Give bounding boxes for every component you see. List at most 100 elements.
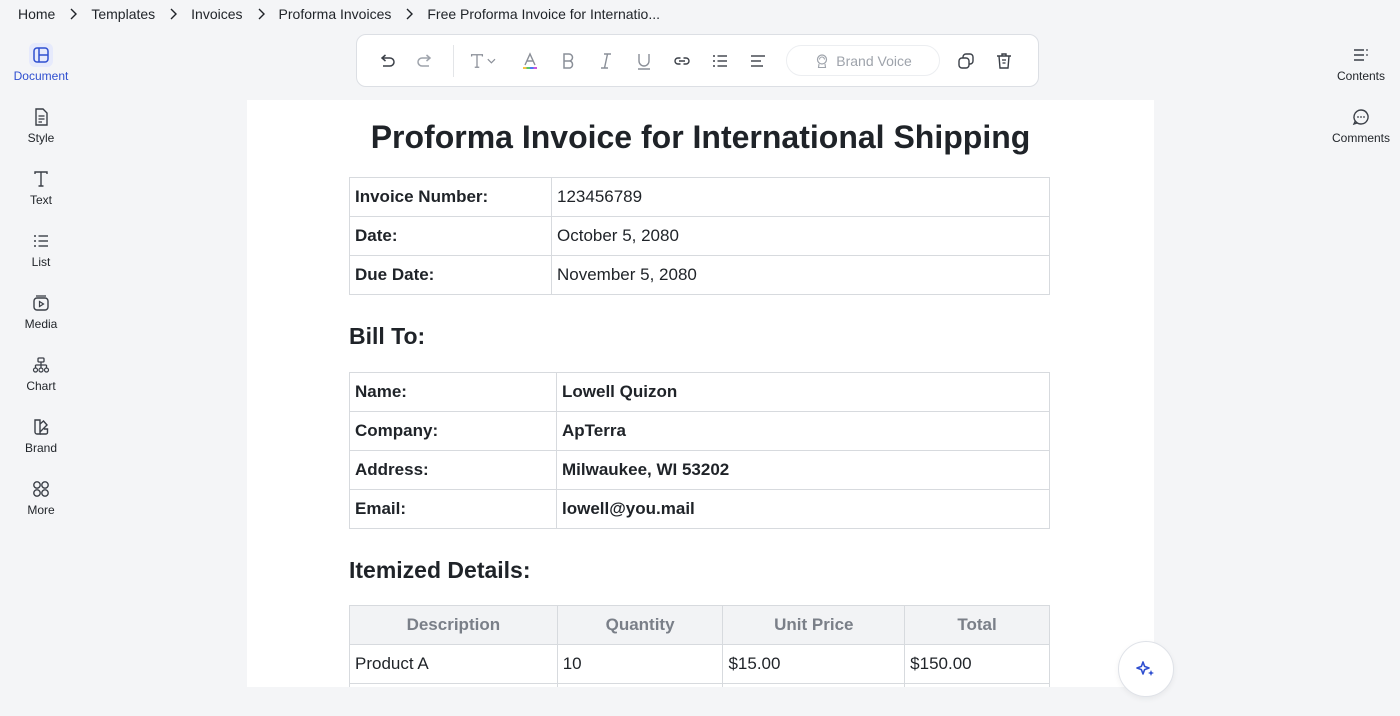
sidebar-item-style[interactable]: Style [0,102,82,164]
table-cell[interactable]: Product A [349,644,558,684]
itemized-details-table[interactable]: Description Quantity Unit Price Total Produ… [349,605,1050,687]
left-sidebar: Document Style Text List Media Chart Bra… [0,40,82,536]
table-cell-value[interactable]: November 5, 2080 [551,255,1050,295]
link-icon[interactable] [668,47,696,75]
sidebar-item-label: Brand [24,441,58,455]
table-cell-value[interactable]: lowell@you.mail [556,489,1050,529]
document-layout-icon [29,43,53,67]
document-page[interactable]: Proforma Invoice for International Shipp… [247,100,1154,687]
redo-icon[interactable] [411,47,439,75]
table-cell-value[interactable]: Lowell Quizon [556,372,1050,412]
table-row: Product A 10 $15.00 $150.00 [349,644,1050,684]
ai-assistant-button[interactable] [1118,641,1174,697]
list-icon [29,229,53,253]
text-icon [29,167,53,191]
comments-icon [1349,105,1373,129]
itemized-details-heading[interactable]: Itemized Details: [349,557,531,584]
table-row: Company: ApTerra [349,411,1050,451]
table-cell[interactable] [556,683,724,687]
sidebar-item-label: Document [13,69,69,83]
brand-voice-label: Brand Voice [836,52,912,69]
sidebar-item-label: Style [27,131,55,145]
breadcrumb-templates[interactable]: Templates [91,6,155,22]
table-cell-value[interactable]: October 5, 2080 [551,216,1050,256]
sparkle-icon [1136,661,1154,676]
breadcrumb-invoices[interactable]: Invoices [191,6,242,22]
breadcrumb-current-page: Free Proforma Invoice for Internatio... [427,6,661,22]
contents-icon [1349,43,1373,67]
column-header[interactable]: Unit Price [722,605,906,645]
table-row: Date: October 5, 2080 [349,216,1050,256]
toolbar-divider [453,44,454,77]
chevron-right-icon [404,8,414,20]
table-cell[interactable] [349,683,558,687]
table-row [349,683,1050,687]
table-row: Email: lowell@you.mail [349,489,1050,529]
table-cell-key[interactable]: Email: [349,489,557,529]
sidebar-item-brand[interactable]: Brand [0,412,82,474]
table-cell-key[interactable]: Due Date: [349,255,552,295]
table-cell-key[interactable]: Company: [349,411,557,451]
bill-to-heading[interactable]: Bill To: [349,323,425,350]
sidebar-item-media[interactable]: Media [0,288,82,350]
table-cell[interactable] [904,683,1050,687]
sidebar-item-text[interactable]: Text [0,164,82,226]
brand-voice-button[interactable]: Brand Voice [786,45,940,76]
table-cell-value[interactable]: 123456789 [551,177,1050,217]
table-row: Address: Milwaukee, WI 53202 [349,450,1050,490]
sidebar-item-label: More [27,503,55,517]
table-cell-key[interactable]: Invoice Number: [349,177,552,217]
sidebar-item-label: Chart [26,379,56,393]
sidebar-item-label: List [31,255,51,269]
sidebar-item-label: Comments [1331,131,1390,145]
text-style-dropdown-icon[interactable] [466,47,506,75]
brand-voice-icon [817,53,828,68]
column-header[interactable]: Description [349,605,558,645]
table-cell[interactable]: $150.00 [904,644,1050,684]
brand-icon [29,415,53,439]
more-grid-icon [29,477,53,501]
breadcrumb-home[interactable]: Home [18,6,55,22]
sidebar-item-document[interactable]: Document [0,40,82,102]
chart-icon [29,353,53,377]
table-row: Invoice Number: 123456789 [349,177,1050,217]
table-cell-value[interactable]: ApTerra [556,411,1050,451]
invoice-info-table[interactable]: Invoice Number: 123456789 Date: October 5, … [349,177,1050,295]
style-icon [29,105,53,129]
bold-icon[interactable] [554,47,582,75]
table-cell-key[interactable]: Address: [349,450,557,490]
chevron-right-icon [68,8,78,20]
italic-icon[interactable] [592,47,620,75]
column-header[interactable]: Total [904,605,1050,645]
breadcrumb: Home Templates Invoices Proforma Invoice… [18,5,660,23]
bullet-list-icon[interactable] [706,47,734,75]
table-cell[interactable]: 10 [556,644,724,684]
table-cell[interactable] [722,683,906,687]
document-title[interactable]: Proforma Invoice for International Shipp… [247,119,1154,156]
sidebar-item-label: Contents [1336,69,1386,83]
table-row: Due Date: November 5, 2080 [349,255,1050,295]
breadcrumb-proforma-invoices[interactable]: Proforma Invoices [279,6,392,22]
sidebar-item-list[interactable]: List [0,226,82,288]
duplicate-icon[interactable] [952,47,980,75]
trash-icon[interactable] [990,47,1018,75]
column-header[interactable]: Quantity [556,605,724,645]
sidebar-item-contents[interactable]: Contents [1322,40,1400,102]
table-cell-key[interactable]: Date: [349,216,552,256]
underline-icon[interactable] [630,47,658,75]
table-cell-key[interactable]: Name: [349,372,557,412]
undo-icon[interactable] [373,47,401,75]
sidebar-item-more[interactable]: More [0,474,82,536]
editor-toolbar: Brand Voice [356,34,1039,87]
sidebar-item-label: Media [24,317,58,331]
table-cell[interactable]: $15.00 [722,644,906,684]
right-sidebar: Contents Comments [1322,40,1400,164]
align-left-icon[interactable] [744,47,772,75]
table-cell-value[interactable]: Milwaukee, WI 53202 [556,450,1050,490]
media-icon [29,291,53,315]
sidebar-item-chart[interactable]: Chart [0,350,82,412]
text-color-icon[interactable] [516,47,544,75]
sidebar-item-comments[interactable]: Comments [1322,102,1400,164]
bill-to-table[interactable]: Name: Lowell Quizon Company: ApTerra Address… [349,372,1050,529]
sidebar-item-label: Text [29,193,52,207]
